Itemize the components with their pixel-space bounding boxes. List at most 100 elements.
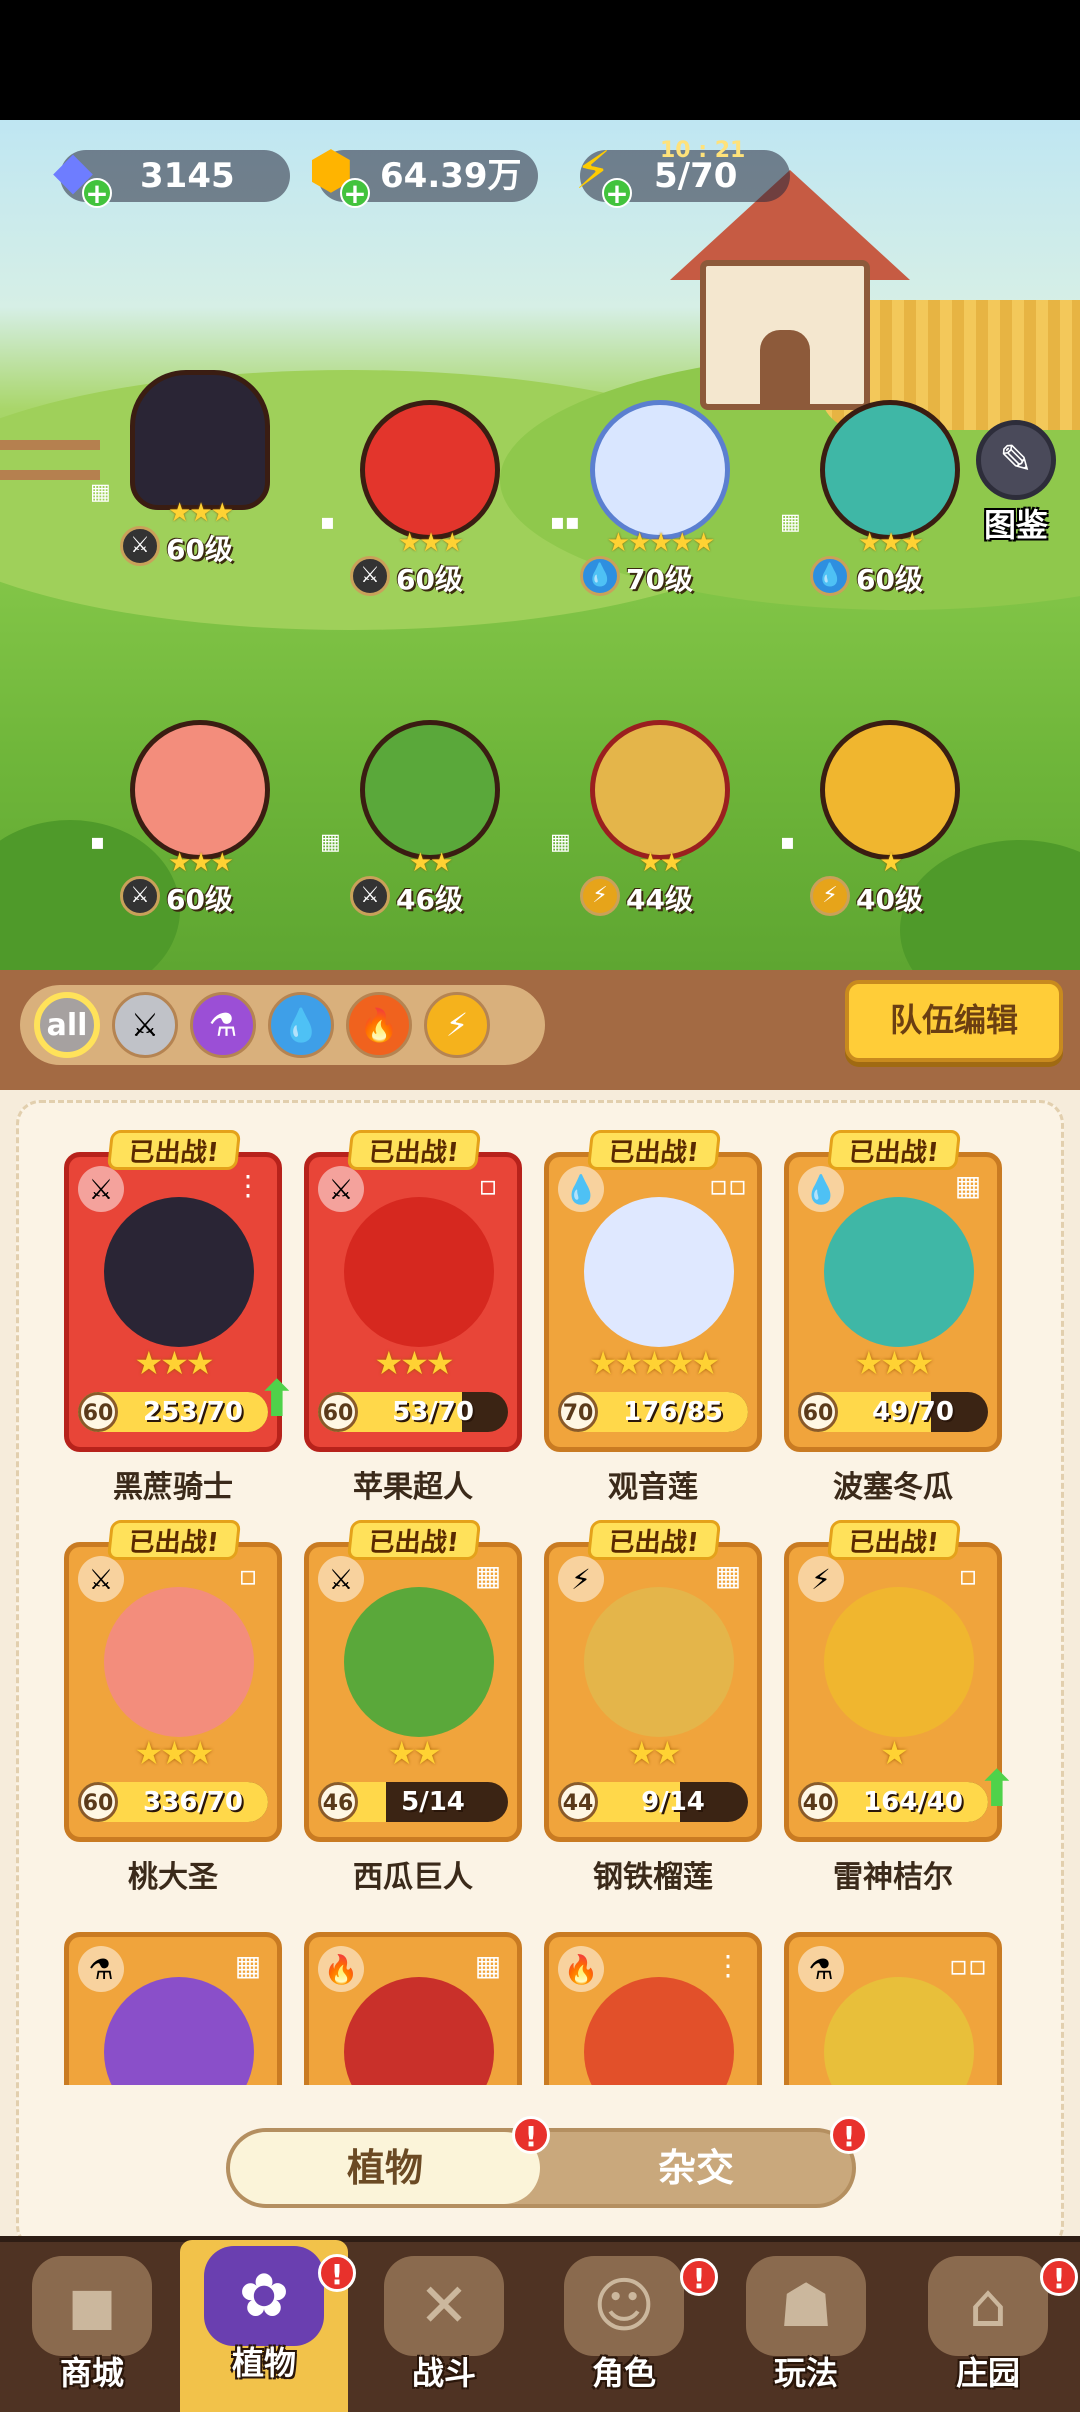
filter-poison-button[interactable]: ⚗ (190, 992, 256, 1058)
coin-counter[interactable]: ⬢ + 64.39万 (308, 145, 538, 208)
deployed-badge: 已出战! (826, 1130, 962, 1170)
plant-card[interactable]: 🔥 ⋮ (544, 1932, 762, 2085)
sword-icon: ⚔ (120, 876, 160, 916)
card-stars: ★ (880, 1734, 909, 1772)
field-hero-5[interactable]: ★★★ ▪ ⚔ 60级 (90, 720, 300, 920)
sword-icon: ⚔ (130, 1006, 160, 1044)
field-hero-7[interactable]: ★★ ▦ ⚡ 44级 (550, 720, 760, 920)
water-drop-icon: 💧 (558, 1166, 604, 1212)
formation-icon: ⋮ (714, 1949, 742, 1982)
nav-label: 角色 (591, 2354, 656, 2392)
tab-hybrid[interactable]: 杂交 (540, 2132, 852, 2204)
nav-shop[interactable]: ◼ 商城 (8, 2250, 176, 2412)
nav-plants-alert-icon: ! (318, 2254, 356, 2292)
gem-counter[interactable]: ◆ + 3145 (53, 145, 290, 208)
plant-card[interactable]: ⚡ ▦ 已出战! ★★ 44 9/14 钢铁榴莲 (544, 1520, 762, 1895)
card-level: 70 (558, 1392, 598, 1432)
hero-stars: ★★★ (398, 528, 464, 558)
card-name: 观音莲 (608, 1470, 698, 1505)
deployed-badge: 已出战! (106, 1130, 242, 1170)
card-name: 苹果超人 (353, 1470, 473, 1505)
hero-level: 70级 (626, 563, 693, 596)
card-stars: ★★★ (854, 1344, 934, 1382)
deployed-badge: 已出战! (346, 1520, 482, 1560)
card-level: 60 (78, 1392, 118, 1432)
card-name: 波塞冬瓜 (833, 1470, 953, 1505)
shard-progress: 46 5/14 (318, 1782, 508, 1822)
hero-stars: ★★★★★ (606, 528, 716, 558)
field-hero-2[interactable]: ★★★ ▪ ⚔ 60级 (320, 400, 530, 600)
shard-count: 5/14 (401, 1787, 465, 1817)
sword-icon: ⚔ (120, 526, 160, 566)
filter-water-button[interactable]: 💧 (268, 992, 334, 1058)
plant-card[interactable]: 💧 ▦ 已出战! ★★★ 60 49/70 波塞冬瓜 (784, 1130, 1002, 1505)
hero-level: 46级 (396, 883, 463, 916)
field-hero-3[interactable]: ★★★★★ ▪▪ 💧 70级 (550, 400, 760, 600)
nav-label: 植物 (231, 2344, 296, 2382)
lightning-icon: ⚡ (798, 1556, 844, 1602)
lightning-icon: ⚡ (810, 876, 850, 916)
team-edit-button[interactable]: 队伍编辑 (845, 980, 1063, 1062)
hero-stars: ★★ (408, 848, 454, 878)
nav-manor-alert-icon: ! (1040, 2258, 1078, 2296)
filter-thunder-button[interactable]: ⚡ (424, 992, 490, 1058)
card-stars: ★★★ (134, 1344, 214, 1382)
potion-icon: ⚗ (208, 1006, 238, 1044)
hero-level: 44级 (626, 883, 693, 916)
plant-card-grid[interactable]: ⚔ ⋮ 已出战! ★★★ 60 253/70 ⬆ 黑蔗骑士 ⚔ ▫ 已出战! ★★… (0, 1100, 1080, 2085)
plant-card[interactable]: ⚗ ▦ (64, 1932, 282, 2085)
nav-battle[interactable]: ✕ 战斗 (360, 2250, 528, 2412)
filter-all-button[interactable]: all (34, 992, 100, 1058)
character-icon: ☺ (564, 2256, 684, 2356)
shop-icon: ◼ (32, 2256, 152, 2356)
plant-card[interactable]: 🔥 ▦ (304, 1932, 522, 2085)
hero-stars: ★★ (638, 848, 684, 878)
energy-timer: 10 : 21 (660, 138, 746, 163)
card-level: 46 (318, 1782, 358, 1822)
deployed-badge: 已出战! (826, 1520, 962, 1560)
filter-sword-button[interactable]: ⚔ (112, 992, 178, 1058)
plant-card[interactable]: 💧 ▫▫ 已出战! ★★★★★ 70 176/85 观音莲 (544, 1130, 762, 1505)
card-stars: ★★ (627, 1734, 681, 1772)
formation-icon: ▫ (478, 1169, 498, 1202)
hero-level: 60级 (166, 533, 233, 566)
potion-icon: ⚗ (78, 1946, 124, 1992)
plant-card[interactable]: ⚔ ▦ 已出战! ★★ 46 5/14 西瓜巨人 (304, 1520, 522, 1895)
nav-label: 商城 (59, 2354, 124, 2392)
hero-stars: ★★★ (168, 498, 234, 528)
nav-label: 玩法 (773, 2354, 838, 2392)
nav-label: 庄园 (955, 2354, 1020, 2392)
sword-icon: ⚔ (78, 1556, 124, 1602)
status-bar (0, 0, 1080, 120)
field-hero-1[interactable]: ★★★ ▦ ⚔ 60级 (90, 370, 300, 570)
shard-count: 336/70 (143, 1787, 243, 1817)
add-coin-icon[interactable]: + (340, 178, 370, 208)
plant-card[interactable]: ⚔ ⋮ 已出战! ★★★ 60 253/70 ⬆ 黑蔗骑士 (64, 1130, 298, 1505)
deployed-badge: 已出战! (586, 1520, 722, 1560)
water-drop-icon: 💧 (281, 1006, 321, 1044)
hero-level: 60级 (396, 563, 463, 596)
field-hero-6[interactable]: ★★ ▦ ⚔ 46级 (320, 720, 530, 920)
formation-icon: ▫▫ (709, 1169, 747, 1202)
filter-fire-button[interactable]: 🔥 (346, 992, 412, 1058)
plant-card[interactable]: ⚗ ▫▫ (784, 1932, 1002, 2085)
card-stars: ★★★★★ (588, 1344, 720, 1382)
hero-level: 60级 (166, 883, 233, 916)
plant-card[interactable]: ⚔ ▫ 已出战! ★★★ 60 53/70 苹果超人 (304, 1130, 522, 1505)
field-hero-8[interactable]: ★ ▪ ⚡ 40级 (780, 720, 990, 920)
fire-icon: 🔥 (558, 1946, 604, 1992)
tab-plants[interactable]: 植物 (230, 2132, 540, 2204)
field-hero-4[interactable]: ★★★ ▦ 💧 60级 (780, 400, 990, 600)
formation-icon: ▦ (714, 1559, 742, 1592)
nav-gameplay[interactable]: ☗ 玩法 (722, 2250, 890, 2412)
add-gem-icon[interactable]: + (82, 178, 112, 208)
hero-stars: ★ (879, 848, 902, 878)
plant-card[interactable]: ⚡ ▫ 已出战! ★ 40 164/40 ⬆ 雷神桔尔 (784, 1520, 1018, 1895)
formation-icon: ▫▫ (949, 1949, 987, 1982)
manor-icon: ⌂ (928, 2256, 1048, 2356)
shard-count: 176/85 (623, 1397, 723, 1427)
add-energy-icon[interactable]: + (602, 178, 632, 208)
gem-value: 3145 (140, 156, 235, 196)
plant-card[interactable]: ⚔ ▫ 已出战! ★★★ 60 336/70 桃大圣 (64, 1520, 282, 1895)
hero-level: 60级 (856, 563, 923, 596)
